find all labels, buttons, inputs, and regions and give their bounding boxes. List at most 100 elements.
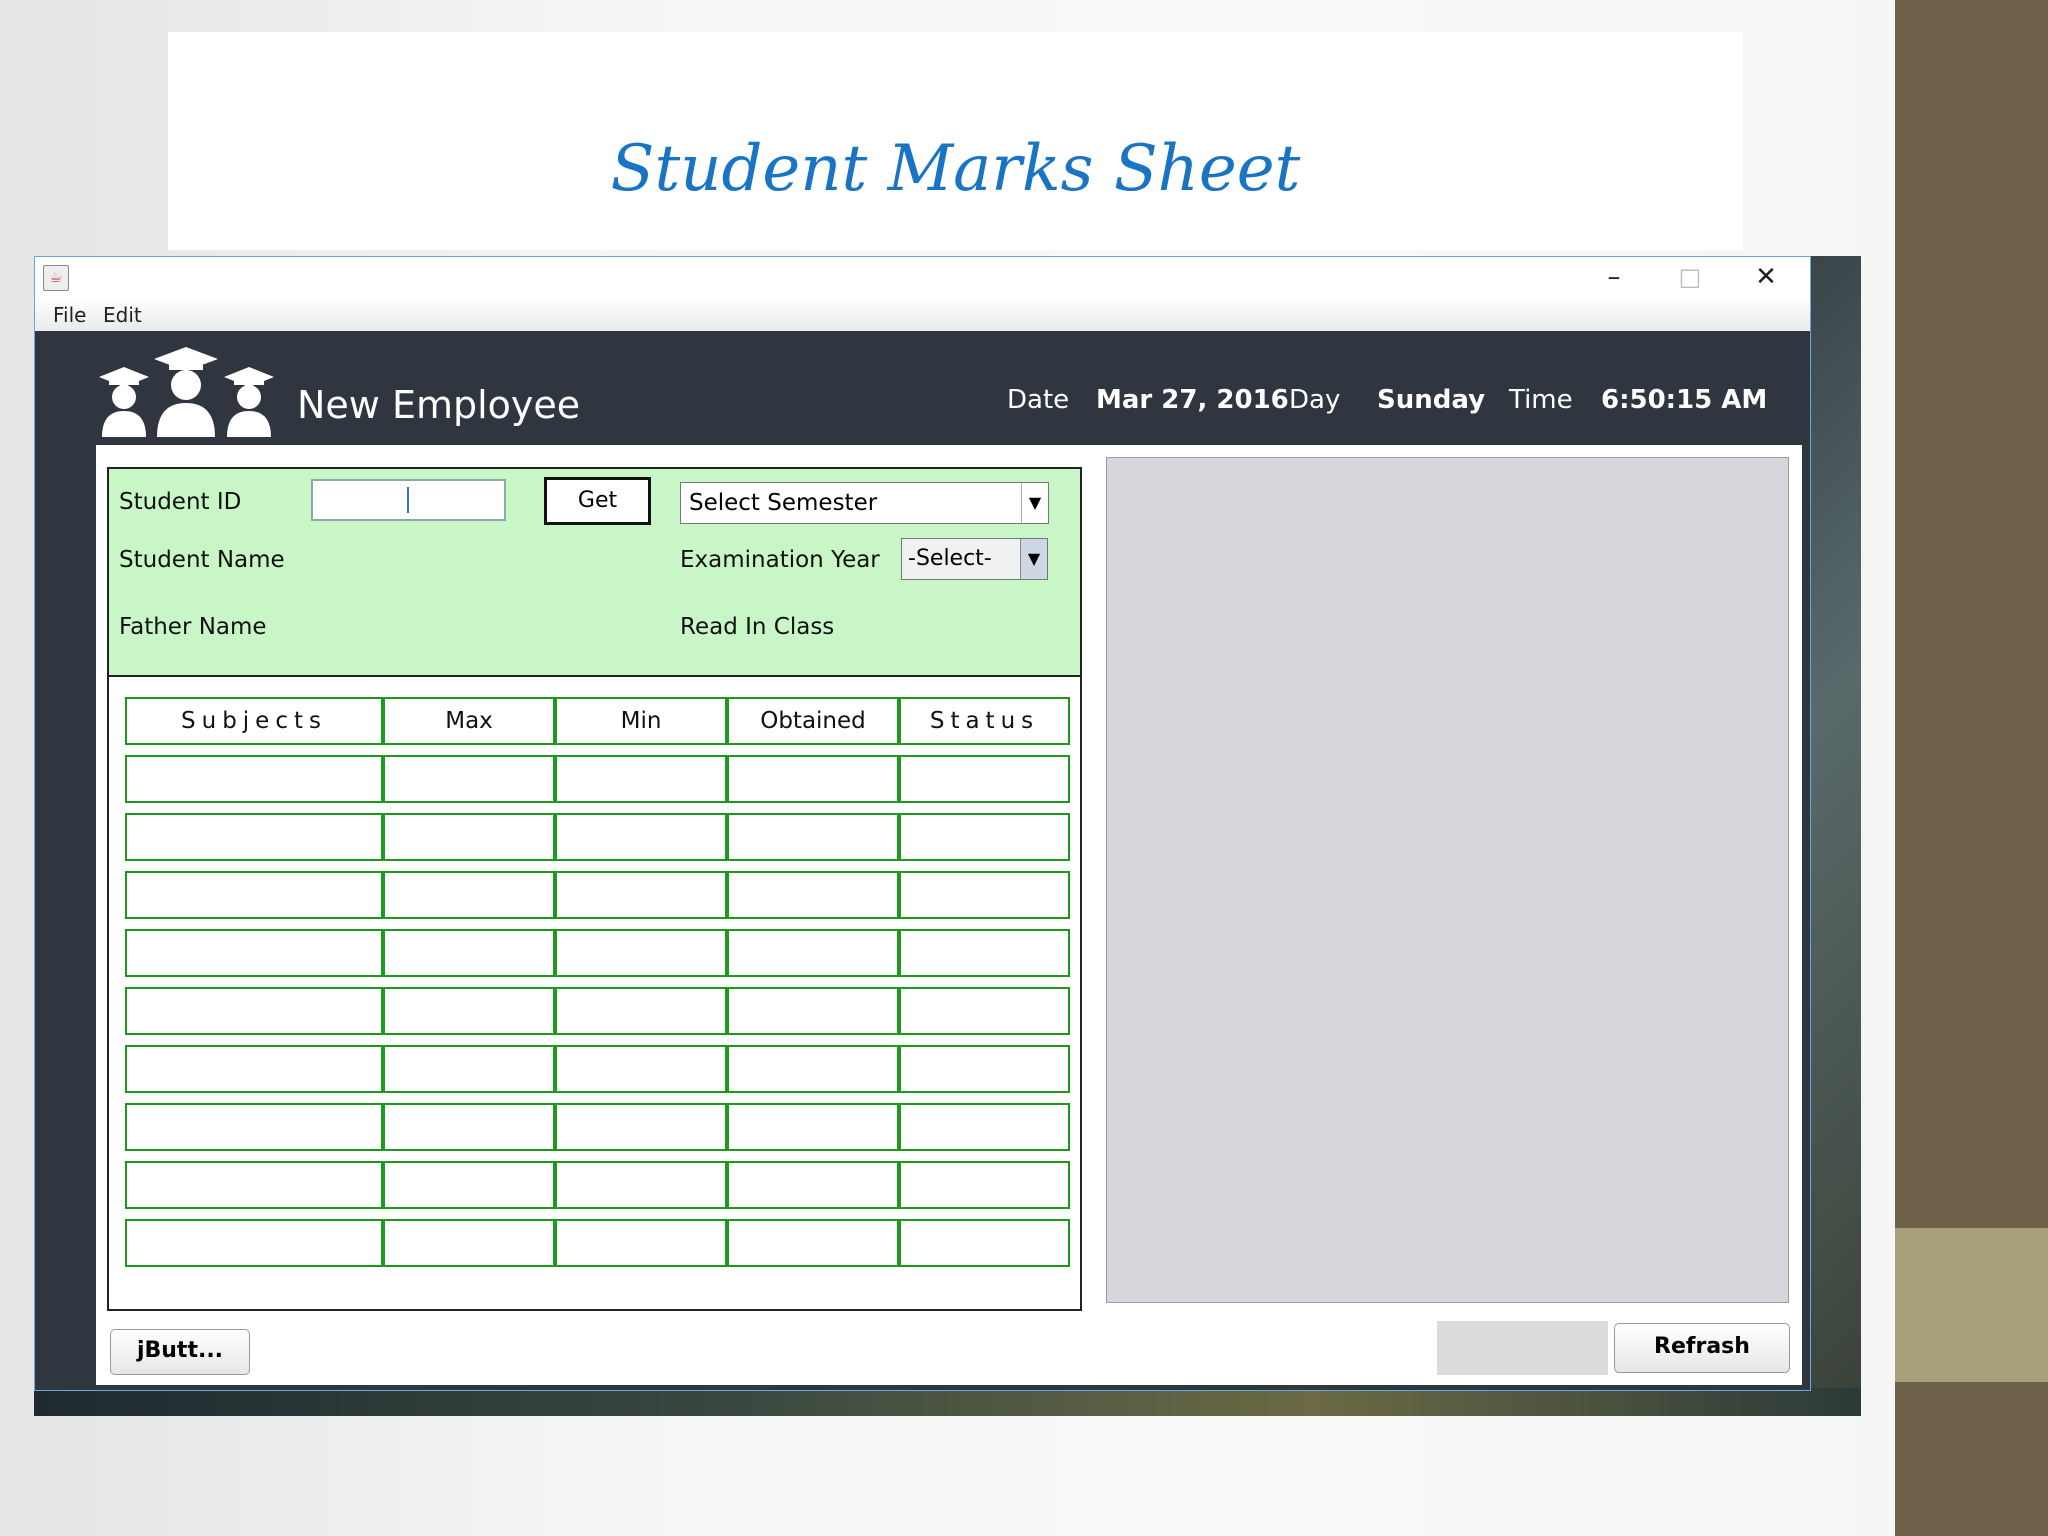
table-cell-subject[interactable] [125, 1045, 383, 1093]
table-row [125, 1219, 1070, 1267]
table-cell-obtained[interactable] [727, 1161, 899, 1209]
header-title: New Employee [297, 383, 581, 427]
table-row [125, 929, 1070, 977]
table-cell-obtained[interactable] [727, 1103, 899, 1151]
student-id-input[interactable] [311, 479, 506, 521]
column-header-min[interactable]: Min [555, 697, 727, 745]
get-button[interactable]: Get [544, 477, 651, 525]
column-header-status[interactable]: Status [899, 697, 1070, 745]
student-name-label: Student Name [119, 547, 285, 573]
students-graduation-icon [99, 347, 274, 437]
semester-select[interactable]: Select Semester ▼ [680, 482, 1049, 524]
date-value: Mar 27, 2016 [1096, 385, 1289, 415]
table-cell-status[interactable] [899, 755, 1070, 803]
table-cell-max[interactable] [383, 813, 555, 861]
minimize-button[interactable]: – [1576, 257, 1652, 297]
read-in-class-label: Read In Class [680, 614, 835, 640]
table-cell-min[interactable] [555, 1045, 727, 1093]
table-row [125, 987, 1070, 1035]
maximize-button[interactable]: □ [1652, 257, 1728, 297]
refresh-button[interactable]: Refrash [1614, 1323, 1790, 1373]
student-id-label: Student ID [119, 489, 242, 515]
day-value: Sunday [1377, 385, 1486, 415]
table-cell-min[interactable] [555, 871, 727, 919]
table-cell-min[interactable] [555, 929, 727, 977]
desktop-background-bottom [34, 1388, 1861, 1416]
table-row [125, 1161, 1070, 1209]
table-cell-subject[interactable] [125, 1103, 383, 1151]
table-row [125, 871, 1070, 919]
app-window: ☕ – □ ✕ File Edit New Employee Date Mar … [34, 256, 1811, 1391]
table-cell-min[interactable] [555, 1103, 727, 1151]
close-button[interactable]: ✕ [1728, 257, 1804, 297]
menu-edit[interactable]: Edit [103, 303, 142, 327]
table-cell-obtained[interactable] [727, 755, 899, 803]
table-cell-max[interactable] [383, 929, 555, 977]
table-cell-subject[interactable] [125, 755, 383, 803]
table-cell-status[interactable] [899, 1161, 1070, 1209]
table-cell-max[interactable] [383, 1219, 555, 1267]
app-header: New Employee Date Mar 27, 2016 Day Sunda… [35, 331, 1810, 441]
table-cell-min[interactable] [555, 813, 727, 861]
table-cell-status[interactable] [899, 929, 1070, 977]
table-cell-max[interactable] [383, 987, 555, 1035]
table-cell-obtained[interactable] [727, 1219, 899, 1267]
student-info-panel: Student ID Get Select Semester ▼ Student… [107, 467, 1082, 677]
table-cell-status[interactable] [899, 1219, 1070, 1267]
date-label: Date [1007, 385, 1070, 415]
table-cell-status[interactable] [899, 871, 1070, 919]
table-cell-obtained[interactable] [727, 929, 899, 977]
table-cell-subject[interactable] [125, 929, 383, 977]
table-cell-status[interactable] [899, 813, 1070, 861]
table-cell-max[interactable] [383, 1161, 555, 1209]
table-cell-min[interactable] [555, 1219, 727, 1267]
table-row [125, 1045, 1070, 1093]
table-cell-obtained[interactable] [727, 1045, 899, 1093]
table-cell-max[interactable] [383, 871, 555, 919]
table-cell-status[interactable] [899, 987, 1070, 1035]
slide-title: Student Marks Sheet [610, 132, 1301, 206]
menu-bar: File Edit [35, 297, 1810, 331]
table-cell-subject[interactable] [125, 987, 383, 1035]
marks-table: Subjects Max Min Obtained Status [125, 687, 1070, 1277]
blank-field [1437, 1321, 1608, 1375]
table-cell-subject[interactable] [125, 1219, 383, 1267]
table-cell-subject[interactable] [125, 871, 383, 919]
decorative-strip-accent [1895, 1228, 2048, 1382]
table-cell-subject[interactable] [125, 813, 383, 861]
jbutton[interactable]: jButt... [110, 1329, 250, 1375]
father-name-label: Father Name [119, 614, 267, 640]
java-app-icon: ☕ [43, 265, 69, 291]
marks-table-panel: Subjects Max Min Obtained Status [107, 677, 1082, 1311]
text-caret [407, 487, 409, 513]
table-cell-status[interactable] [899, 1103, 1070, 1151]
table-header-row: Subjects Max Min Obtained Status [125, 697, 1070, 745]
table-cell-min[interactable] [555, 1161, 727, 1209]
table-cell-max[interactable] [383, 1103, 555, 1151]
table-cell-min[interactable] [555, 987, 727, 1035]
table-row [125, 755, 1070, 803]
table-cell-obtained[interactable] [727, 813, 899, 861]
table-cell-obtained[interactable] [727, 987, 899, 1035]
content-panel: Student ID Get Select Semester ▼ Student… [96, 445, 1802, 1385]
day-label: Day [1289, 385, 1341, 415]
table-cell-max[interactable] [383, 1045, 555, 1093]
chevron-down-icon[interactable]: ▼ [1021, 483, 1048, 523]
table-row [125, 1103, 1070, 1151]
table-cell-status[interactable] [899, 1045, 1070, 1093]
column-header-max[interactable]: Max [383, 697, 555, 745]
title-bar[interactable]: ☕ – □ ✕ [35, 257, 1810, 297]
table-row [125, 813, 1070, 861]
time-value: 6:50:15 AM [1601, 385, 1768, 415]
chevron-down-icon[interactable]: ▼ [1020, 539, 1047, 579]
table-cell-min[interactable] [555, 755, 727, 803]
table-cell-obtained[interactable] [727, 871, 899, 919]
column-header-obtained[interactable]: Obtained [727, 697, 899, 745]
table-cell-max[interactable] [383, 755, 555, 803]
photo-panel [1106, 457, 1789, 1303]
column-header-subjects[interactable]: Subjects [125, 697, 383, 745]
exam-year-select[interactable]: -Select- ▼ [901, 538, 1048, 580]
slide-title-area: Student Marks Sheet [168, 32, 1743, 250]
menu-file[interactable]: File [53, 303, 86, 327]
table-cell-subject[interactable] [125, 1161, 383, 1209]
